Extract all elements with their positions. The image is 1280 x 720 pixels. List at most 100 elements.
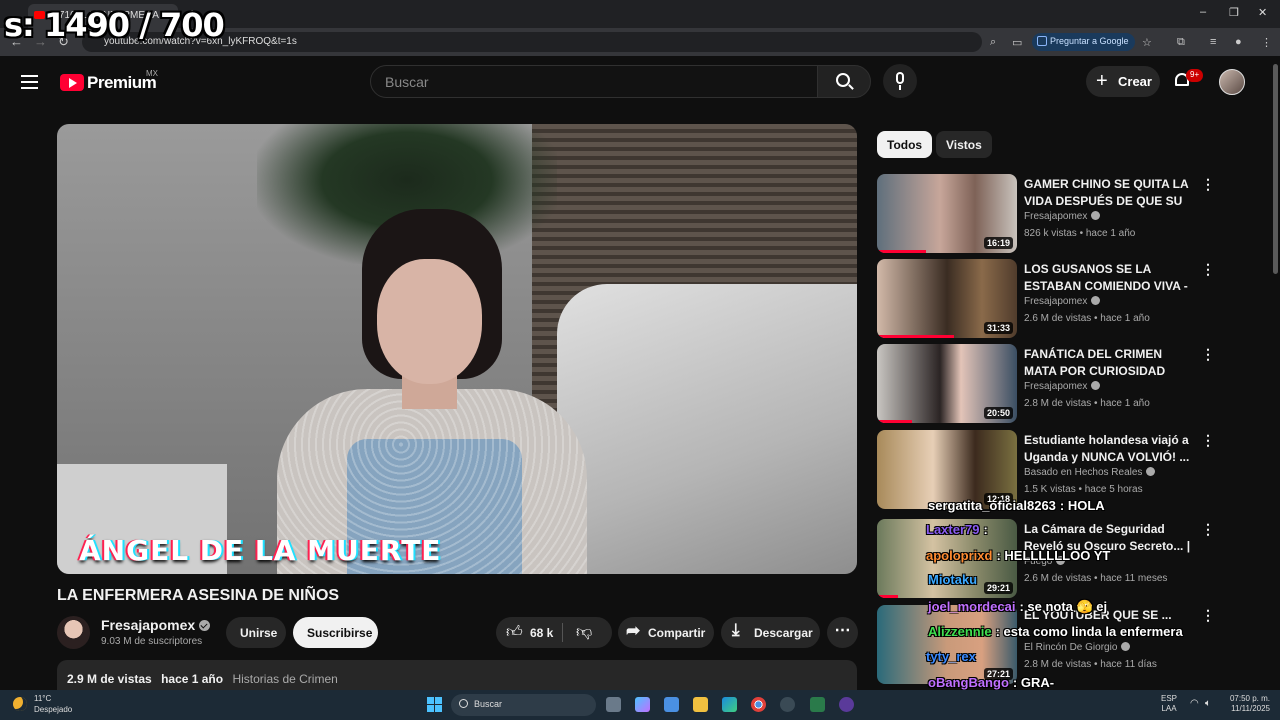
share-icon: ➦	[626, 621, 641, 640]
chat-text: : HOLA	[1059, 498, 1105, 513]
more-options-icon[interactable]: ⋮	[1201, 607, 1215, 624]
task-view-icon[interactable]	[606, 697, 621, 712]
volume-icon[interactable]: 🔈︎	[1205, 698, 1211, 709]
voice-search-button[interactable]	[883, 64, 917, 98]
video-player[interactable]: ÁNGEL DE LA MUERTE	[57, 124, 857, 574]
recommended-video[interactable]: 31:33 LOS GUSANOS SE LA ESTABAN COMIENDO …	[877, 259, 1217, 339]
page-scrollbar[interactable]	[1271, 56, 1280, 686]
chat-username: Miotaku	[928, 572, 978, 587]
app-icon[interactable]	[839, 697, 854, 712]
recommended-channel[interactable]: Basado en Hechos Reales	[1024, 467, 1156, 478]
obs-icon[interactable]	[780, 697, 795, 712]
like-count[interactable]: 68 k	[530, 626, 553, 640]
extensions-icon[interactable]: ⧉	[1177, 36, 1185, 49]
recommended-title[interactable]: FANÁTICA DEL CRIMEN MATA POR CURIOSIDAD	[1024, 346, 1194, 380]
download-icon: ⤓	[732, 620, 740, 639]
recommended-meta: 2.8 M de vistas • hace 11 días	[1024, 659, 1157, 670]
copilot-icon[interactable]	[635, 697, 650, 712]
dislike-icon[interactable]: 👎︎	[576, 623, 592, 642]
chrome-icon[interactable]	[751, 697, 766, 712]
cast-icon[interactable]: ▭	[1012, 36, 1022, 49]
channel-avatar[interactable]	[57, 616, 90, 649]
ask-google-button[interactable]: Preguntar a Google	[1032, 33, 1135, 51]
video-duration: 20:50	[983, 407, 1013, 419]
create-button[interactable]: + Crear	[1086, 66, 1160, 97]
weather-temperature: 11°C	[34, 694, 52, 703]
recommended-video[interactable]: 16:19 GAMER CHINO SE QUITA LA VIDA DESPUÉ…	[877, 174, 1217, 254]
more-actions-button[interactable]: ⋯	[827, 617, 858, 648]
video-thumbnail[interactable]: 27:21	[877, 605, 1017, 684]
subscribe-button[interactable]: Suscribirse	[293, 617, 378, 648]
verified-icon	[199, 620, 211, 631]
watch-progress-bar	[877, 335, 954, 338]
verified-icon	[1146, 467, 1156, 476]
video-thumbnail[interactable]: 31:33	[877, 259, 1017, 338]
presenter	[377, 259, 482, 384]
recommended-video[interactable]: 20:50 FANÁTICA DEL CRIMEN MATA POR CURIOS…	[877, 344, 1217, 424]
restore-button[interactable]: ❐	[1229, 6, 1239, 19]
recommended-channel[interactable]: Fresajapomex	[1024, 381, 1101, 392]
zoom-icon[interactable]: ⌕	[990, 36, 996, 49]
more-options-icon[interactable]: ⋮	[1201, 346, 1215, 363]
windows-start-icon[interactable]	[427, 697, 442, 712]
minimize-button[interactable]: –	[1200, 6, 1206, 18]
chip-all[interactable]: Todos	[877, 131, 933, 158]
search-input[interactable]: Buscar	[370, 65, 818, 98]
weather-moon-icon[interactable]	[13, 697, 27, 711]
bed	[557, 284, 857, 574]
language-code: ESP	[1161, 694, 1178, 703]
video-thumbnail[interactable]: 20:50	[877, 344, 1017, 423]
more-options-icon[interactable]: ⋮	[1201, 261, 1215, 278]
weather-description: Despejado	[34, 705, 73, 714]
taskbar-search[interactable]: Buscar	[451, 694, 596, 716]
bookmark-star-icon[interactable]: ☆	[1142, 36, 1152, 49]
recommended-title[interactable]: LOS GUSANOS SE LA ESTABAN COMIENDO VIVA …	[1024, 261, 1194, 295]
chat-username: tyty_rex	[926, 649, 976, 664]
recommended-title[interactable]: GAMER CHINO SE QUITA LA VIDA DESPUÉS DE …	[1024, 176, 1194, 210]
recommended-channel[interactable]: Fresajapomex	[1024, 211, 1101, 222]
description-tag: Historias de Crimen	[232, 672, 338, 686]
chat-text: :	[983, 522, 988, 537]
share-button[interactable]: ➦ Compartir	[618, 617, 714, 648]
store-icon[interactable]	[664, 697, 679, 712]
profile-icon[interactable]: ●	[1235, 36, 1242, 48]
verified-icon	[1091, 211, 1101, 220]
recommended-meta: 1.5 K vistas • hace 5 horas	[1024, 484, 1143, 495]
chat-message: oBangBango: GRA-	[928, 675, 1054, 690]
wifi-icon[interactable]: ◠	[1190, 698, 1199, 709]
close-window-button[interactable]: ✕	[1258, 6, 1267, 19]
chat-username: Laxter79	[926, 522, 980, 537]
subscriber-count: 9.03 M de suscriptores	[101, 636, 203, 647]
download-label: Descargar	[754, 626, 813, 640]
more-options-icon[interactable]: ⋮	[1201, 521, 1215, 538]
view-count: 2.9 M de vistas	[67, 672, 152, 686]
recommended-title[interactable]: Estudiante holandesa viajó a Uganda y NU…	[1024, 432, 1194, 466]
account-avatar[interactable]	[1219, 69, 1245, 95]
menu-icon[interactable]	[21, 75, 38, 89]
channel-name-link[interactable]: Fresajapomex	[101, 617, 211, 633]
recommended-meta: 2.6 M de vistas • hace 11 meses	[1024, 573, 1168, 584]
windows-taskbar: 11°C Despejado Buscar ESP LAA ◠ 🔈︎ 07:50…	[0, 690, 1280, 720]
browser-menu-icon[interactable]: ⋮	[1261, 36, 1272, 49]
language-indicator[interactable]: ESP LAA	[1161, 694, 1177, 714]
system-clock[interactable]: 07:50 p. m. 11/11/2025	[1222, 694, 1270, 714]
video-thumbnail[interactable]: 16:19	[877, 174, 1017, 253]
recommended-channel[interactable]: Fresajapomex	[1024, 296, 1101, 307]
join-button[interactable]: Unirse	[226, 617, 286, 648]
more-options-icon[interactable]: ⋮	[1201, 432, 1215, 449]
more-options-icon[interactable]: ⋮	[1201, 176, 1215, 193]
recommended-video[interactable]: 27:21 EL YOUTUBER QUE SE ... El Rincón De …	[877, 605, 1217, 685]
search-button[interactable]	[817, 65, 871, 98]
recommended-channel[interactable]: El Rincón De Giorgio	[1024, 642, 1131, 653]
edge-icon[interactable]	[722, 697, 737, 712]
share-label: Compartir	[648, 626, 706, 640]
verified-icon	[1091, 296, 1101, 305]
like-icon[interactable]: 👍︎	[506, 623, 523, 642]
plus-icon: +	[1096, 70, 1108, 92]
create-label: Crear	[1118, 74, 1152, 89]
excel-icon[interactable]	[810, 697, 825, 712]
file-explorer-icon[interactable]	[693, 697, 708, 712]
download-button[interactable]: ⤓ Descargar	[721, 617, 820, 648]
reading-list-icon[interactable]: ≡	[1210, 36, 1216, 48]
chip-watched[interactable]: Vistos	[936, 131, 992, 158]
